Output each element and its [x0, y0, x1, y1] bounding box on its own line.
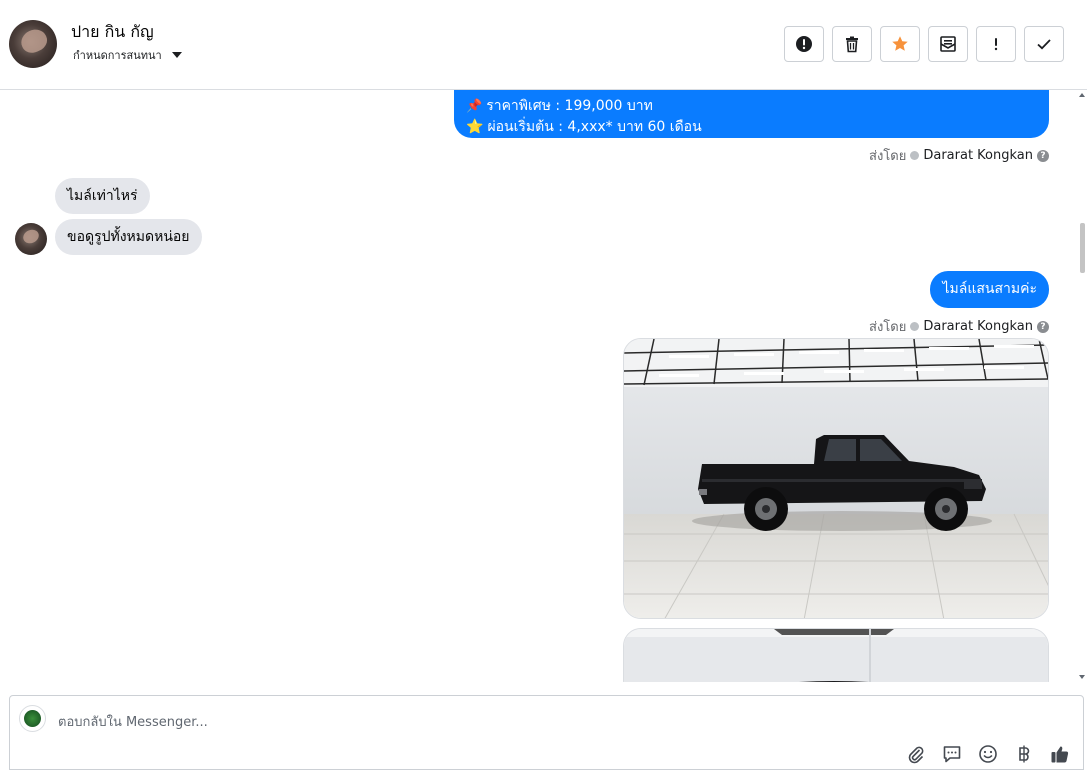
page-avatar [19, 705, 46, 732]
caret-down-icon [171, 52, 182, 58]
assign-conversation-label: กำหนดการสนทนา [73, 49, 162, 62]
composer-tools [905, 743, 1071, 765]
message-thread[interactable]: 📌 ราคาพิเศษ : 199,000 บาท ⭐ ผ่อนเริ่มต้น… [0, 90, 1077, 682]
pickup-truck-image [624, 339, 1048, 618]
promo-message-bubble[interactable]: 📌 ราคาพิเศษ : 199,000 บาท ⭐ ผ่อนเริ่มต้น… [454, 90, 1049, 138]
reply-input[interactable]: ตอบกลับใน Messenger... [58, 711, 208, 732]
contact-avatar[interactable] [9, 20, 57, 68]
mark-unread-button[interactable] [928, 26, 968, 62]
help-icon[interactable]: ? [1037, 149, 1049, 162]
check-icon [1037, 39, 1051, 50]
incoming-message-bubble[interactable]: ขอดูรูปทั้งหมดหน่อย [55, 219, 202, 255]
sent-by-info: ส่งโดย Dararat Kongkan ? [869, 145, 1049, 166]
incoming-message-bubble[interactable]: ไมล์เท่าไหร่ [55, 178, 150, 214]
mark-done-button[interactable] [1024, 26, 1064, 62]
scroll-up-arrow-icon[interactable] [1079, 93, 1085, 97]
sender-name[interactable]: Dararat Kongkan [923, 148, 1033, 163]
follow-up-button[interactable] [976, 26, 1016, 62]
car-image-partial [624, 629, 1048, 682]
reply-composer[interactable]: ตอบกลับใน Messenger... [9, 695, 1084, 770]
delete-button[interactable] [832, 26, 872, 62]
promo-installment-text: ผ่อนเริ่มต้น : 4,xxx* บาท 60 เดือน [487, 119, 702, 135]
star-button[interactable] [880, 26, 920, 62]
pushpin-icon: 📌 [466, 99, 483, 114]
car-photo[interactable] [623, 338, 1049, 619]
exclamation-icon [994, 38, 998, 51]
car-photo[interactable] [623, 628, 1049, 682]
thread-scrollbar[interactable] [1077, 90, 1087, 682]
help-icon[interactable]: ? [1037, 320, 1049, 333]
promo-installment-line: ⭐ ผ่อนเริ่มต้น : 4,xxx* บาท 60 เดือน [466, 117, 1037, 138]
thumbs-up-icon [1051, 746, 1069, 763]
contact-name[interactable]: ปาย กิน กัญ [71, 20, 154, 45]
promo-price-line: 📌 ราคาพิเศษ : 199,000 บาท [466, 96, 1037, 117]
sender-name[interactable]: Dararat Kongkan [923, 319, 1033, 334]
payment-button[interactable] [1013, 743, 1035, 765]
star-icon [892, 36, 908, 51]
attach-button[interactable] [905, 743, 927, 765]
sent-by-label: ส่งโดย [869, 320, 907, 335]
promo-price-text: ราคาพิเศษ : 199,000 บาท [486, 98, 653, 114]
baht-icon [1019, 745, 1030, 763]
trash-icon [846, 36, 858, 53]
assign-conversation-dropdown[interactable]: กำหนดการสนทนา [73, 46, 182, 64]
emoji-button[interactable] [977, 743, 999, 765]
conversation-header: ปาย กิน กัญ กำหนดการสนทนา [0, 0, 1087, 90]
reply-message-bubble[interactable]: ไมล์แสนสามค่ะ [930, 271, 1049, 308]
saved-replies-button[interactable] [941, 743, 963, 765]
scroll-down-arrow-icon[interactable] [1079, 675, 1085, 679]
alert-circle-icon [796, 36, 812, 52]
paperclip-icon [908, 746, 924, 764]
chat-bubble-icon [943, 746, 961, 763]
verified-icon [910, 322, 920, 331]
star-emoji-icon: ⭐ [466, 119, 484, 135]
sent-by-info: ส่งโดย Dararat Kongkan ? [869, 316, 1049, 337]
sender-avatar[interactable] [15, 223, 47, 255]
smiley-icon [979, 745, 997, 763]
scrollbar-thumb[interactable] [1080, 223, 1085, 273]
conversation-toolbar [784, 26, 1064, 62]
sent-by-label: ส่งโดย [869, 149, 907, 164]
like-button[interactable] [1049, 743, 1071, 765]
mark-spam-button[interactable] [784, 26, 824, 62]
verified-icon [910, 151, 920, 160]
envelope-icon [940, 36, 956, 52]
